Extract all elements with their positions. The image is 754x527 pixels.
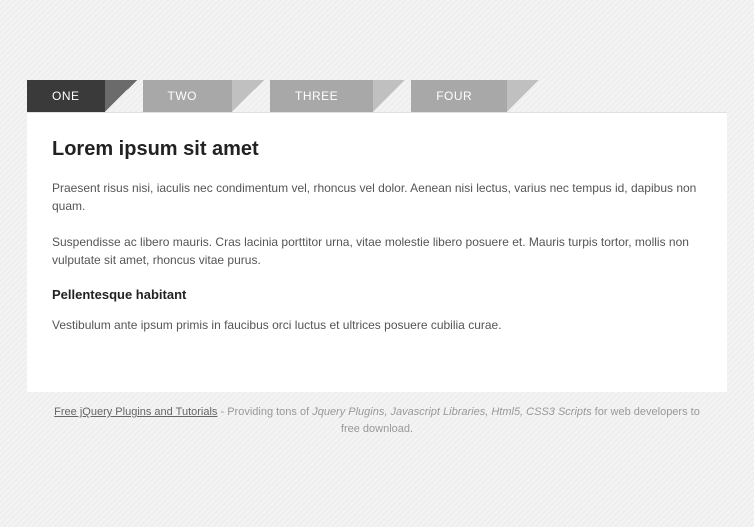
content-paragraph: Vestibulum ante ipsum primis in faucibus… <box>52 316 702 334</box>
content-heading: Lorem ipsum sit amet <box>52 138 702 161</box>
footer-text: Free jQuery Plugins and Tutorials - Prov… <box>27 392 727 437</box>
footer-emph: Jquery Plugins, Javascript Libraries, Ht… <box>312 406 591 418</box>
content-paragraph: Praesent risus nisi, iaculis nec condime… <box>52 179 702 215</box>
tab-label: FOUR <box>436 89 472 103</box>
tab-bar: ONE TWO THREE FOUR <box>27 80 727 112</box>
tab-one[interactable]: ONE <box>27 80 105 112</box>
tab-label: TWO <box>168 89 198 103</box>
tab-three[interactable]: THREE <box>270 80 373 112</box>
footer-link[interactable]: Free jQuery Plugins and Tutorials <box>54 406 217 418</box>
tab-label: ONE <box>52 89 80 103</box>
tab-two[interactable]: TWO <box>143 80 233 112</box>
content-panel: Lorem ipsum sit amet Praesent risus nisi… <box>27 112 727 392</box>
tab-four[interactable]: FOUR <box>411 80 507 112</box>
tab-label: THREE <box>295 89 338 103</box>
page-container: ONE TWO THREE FOUR Lorem ipsum sit amet … <box>27 0 727 437</box>
footer-span: - Providing tons of <box>217 406 312 418</box>
content-paragraph: Suspendisse ac libero mauris. Cras lacin… <box>52 233 702 269</box>
content-subheading: Pellentesque habitant <box>52 287 702 302</box>
